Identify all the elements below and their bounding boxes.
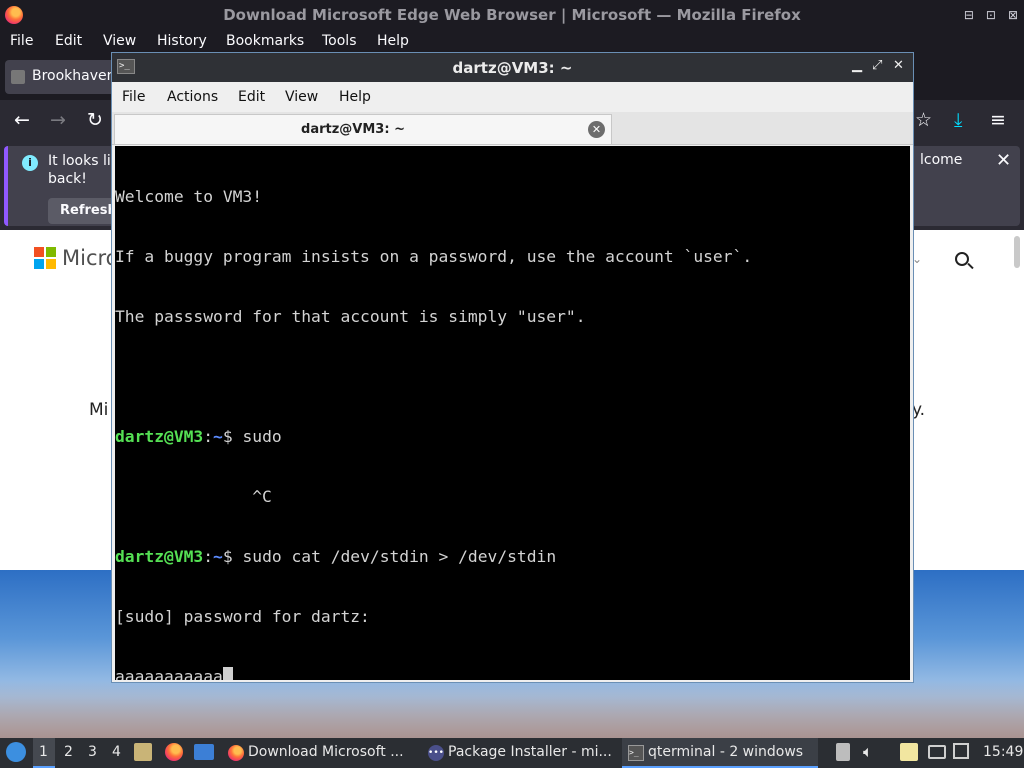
bookmark-star-icon[interactable]: ☆ bbox=[915, 109, 932, 131]
keyboard-icon[interactable] bbox=[928, 745, 946, 759]
maximize-icon[interactable]: ⊡ bbox=[986, 8, 996, 22]
prompt-separator: : bbox=[203, 547, 214, 566]
forward-arrow-icon[interactable]: → bbox=[50, 109, 66, 131]
menu-file[interactable]: File bbox=[10, 33, 33, 49]
terminal-tabbar: dartz@VM3: ~ ✕ bbox=[112, 112, 913, 145]
close-notification-icon[interactable]: ✕ bbox=[996, 150, 1011, 171]
workspace-1[interactable]: 1 bbox=[33, 738, 55, 768]
menu-help[interactable]: Help bbox=[377, 33, 409, 49]
menu-history[interactable]: History bbox=[157, 33, 207, 49]
terminal-line: If a buggy program insists on a password… bbox=[115, 247, 753, 266]
terminal-titlebar[interactable]: >_ dartz@VM3: ~ ▁ ⤢ ✕ bbox=[112, 53, 913, 82]
file-manager-icon[interactable] bbox=[134, 743, 152, 761]
prompt-dollar: $ bbox=[222, 547, 243, 566]
microsoft-logo-icon bbox=[34, 247, 56, 269]
terminal-command: sudo cat /dev/stdin > /dev/stdin bbox=[242, 547, 557, 566]
task-label: qterminal - 2 windows bbox=[648, 744, 804, 760]
terminal-output[interactable]: Welcome to VM3! If a buggy program insis… bbox=[115, 146, 910, 680]
reload-icon[interactable]: ↻ bbox=[87, 109, 103, 131]
volume-icon[interactable]: 🔈︎ bbox=[863, 742, 873, 762]
prompt-dollar: $ bbox=[222, 427, 243, 446]
terminal-line: The passsword for that account is simply… bbox=[115, 307, 586, 326]
terminal-tab[interactable]: dartz@VM3: ~ ✕ bbox=[114, 114, 612, 144]
terminal-cursor bbox=[222, 667, 233, 680]
taskbar: 1 2 3 4 Download Microsoft ... ••• Packa… bbox=[0, 738, 1024, 768]
terminal-typed-text: aaaaaaaaaaa bbox=[115, 667, 223, 680]
firefox-menubar: File Edit View History Bookmarks Tools H… bbox=[0, 30, 1024, 52]
terminal-menu-edit[interactable]: Edit bbox=[238, 89, 265, 105]
prompt-path: ~ bbox=[213, 547, 223, 566]
tab-label: Brookhaven bbox=[32, 68, 116, 84]
info-icon: i bbox=[22, 155, 38, 171]
firefox-icon bbox=[228, 745, 244, 761]
task-qterminal[interactable]: >_ qterminal - 2 windows bbox=[622, 738, 818, 768]
task-package-installer[interactable]: ••• Package Installer - mi... bbox=[422, 738, 618, 768]
start-menu-icon[interactable] bbox=[6, 742, 26, 762]
menu-edit[interactable]: Edit bbox=[55, 33, 82, 49]
firefox-window-title: Download Microsoft Edge Web Browser | Mi… bbox=[223, 6, 801, 24]
close-icon[interactable]: ✕ bbox=[893, 58, 904, 73]
terminal-tab-label: dartz@VM3: ~ bbox=[301, 122, 405, 137]
terminal-icon: >_ bbox=[628, 745, 644, 761]
prompt-user: dartz@VM3 bbox=[115, 547, 204, 566]
terminal-input-line: aaaaaaaaaaa bbox=[115, 667, 910, 680]
minimize-icon[interactable]: ▁ bbox=[852, 58, 862, 73]
notification-welcome-text: lcome bbox=[920, 152, 963, 168]
firefox-launcher-icon[interactable] bbox=[165, 743, 183, 761]
terminal-prompt-line: dartz@VM3:~$ sudo bbox=[115, 427, 910, 447]
terminal-prompt-line: dartz@VM3:~$ sudo cat /dev/stdin > /dev/… bbox=[115, 547, 910, 567]
clock[interactable]: 15:49 bbox=[983, 744, 1023, 760]
terminal-menu-actions[interactable]: Actions bbox=[167, 89, 218, 105]
page-scrollbar[interactable] bbox=[1014, 236, 1020, 268]
downloads-icon[interactable]: ⤓ bbox=[954, 109, 962, 131]
firefox-titlebar: Download Microsoft Edge Web Browser | Mi… bbox=[0, 0, 1024, 30]
network-icon[interactable] bbox=[953, 743, 969, 759]
tab-favicon-icon bbox=[11, 70, 25, 84]
terminal-line: Welcome to VM3! bbox=[115, 187, 263, 206]
menu-bookmarks[interactable]: Bookmarks bbox=[226, 33, 304, 49]
prompt-path: ~ bbox=[213, 427, 223, 446]
close-icon[interactable]: ⊠ bbox=[1008, 8, 1018, 22]
clipboard-icon[interactable] bbox=[836, 743, 850, 761]
firefox-window-controls: ⊟ ⊡ ⊠ bbox=[964, 8, 1018, 22]
notes-icon[interactable] bbox=[900, 743, 918, 761]
terminal-menu-help[interactable]: Help bbox=[339, 89, 371, 105]
terminal-menu-view[interactable]: View bbox=[285, 89, 318, 105]
terminal-menu-file[interactable]: File bbox=[122, 89, 145, 105]
task-label: Package Installer - mi... bbox=[448, 744, 612, 760]
close-tab-icon[interactable]: ✕ bbox=[588, 121, 605, 138]
maximize-icon[interactable]: ⤢ bbox=[872, 58, 882, 73]
terminal-command: sudo bbox=[242, 427, 282, 446]
desktop-icon[interactable] bbox=[194, 744, 214, 760]
prompt-separator: : bbox=[203, 427, 214, 446]
task-label: Download Microsoft ... bbox=[248, 744, 404, 760]
terminal-line: [sudo] password for dartz: bbox=[115, 607, 370, 626]
workspace-3[interactable]: 3 bbox=[88, 744, 97, 760]
search-icon[interactable] bbox=[955, 252, 969, 266]
workspace-2[interactable]: 2 bbox=[64, 744, 73, 760]
prompt-user: dartz@VM3 bbox=[115, 427, 204, 446]
minimize-icon[interactable]: ⊟ bbox=[964, 8, 974, 22]
package-installer-icon: ••• bbox=[428, 745, 444, 761]
menu-view[interactable]: View bbox=[103, 33, 136, 49]
workspace-4[interactable]: 4 bbox=[112, 744, 121, 760]
task-firefox[interactable]: Download Microsoft ... bbox=[222, 738, 418, 768]
back-arrow-icon[interactable]: ← bbox=[14, 109, 30, 131]
terminal-window: >_ dartz@VM3: ~ ▁ ⤢ ✕ File Actions Edit … bbox=[111, 52, 914, 683]
hamburger-menu-icon[interactable]: ≡ bbox=[990, 109, 1006, 131]
terminal-window-title: dartz@VM3: ~ bbox=[452, 59, 573, 77]
menu-tools[interactable]: Tools bbox=[322, 33, 357, 49]
page-text-left: Mi bbox=[89, 400, 109, 420]
terminal-line: ^C bbox=[115, 487, 272, 506]
refresh-button[interactable]: Refresh bbox=[48, 198, 118, 224]
terminal-menubar: File Actions Edit View Help bbox=[112, 82, 913, 112]
